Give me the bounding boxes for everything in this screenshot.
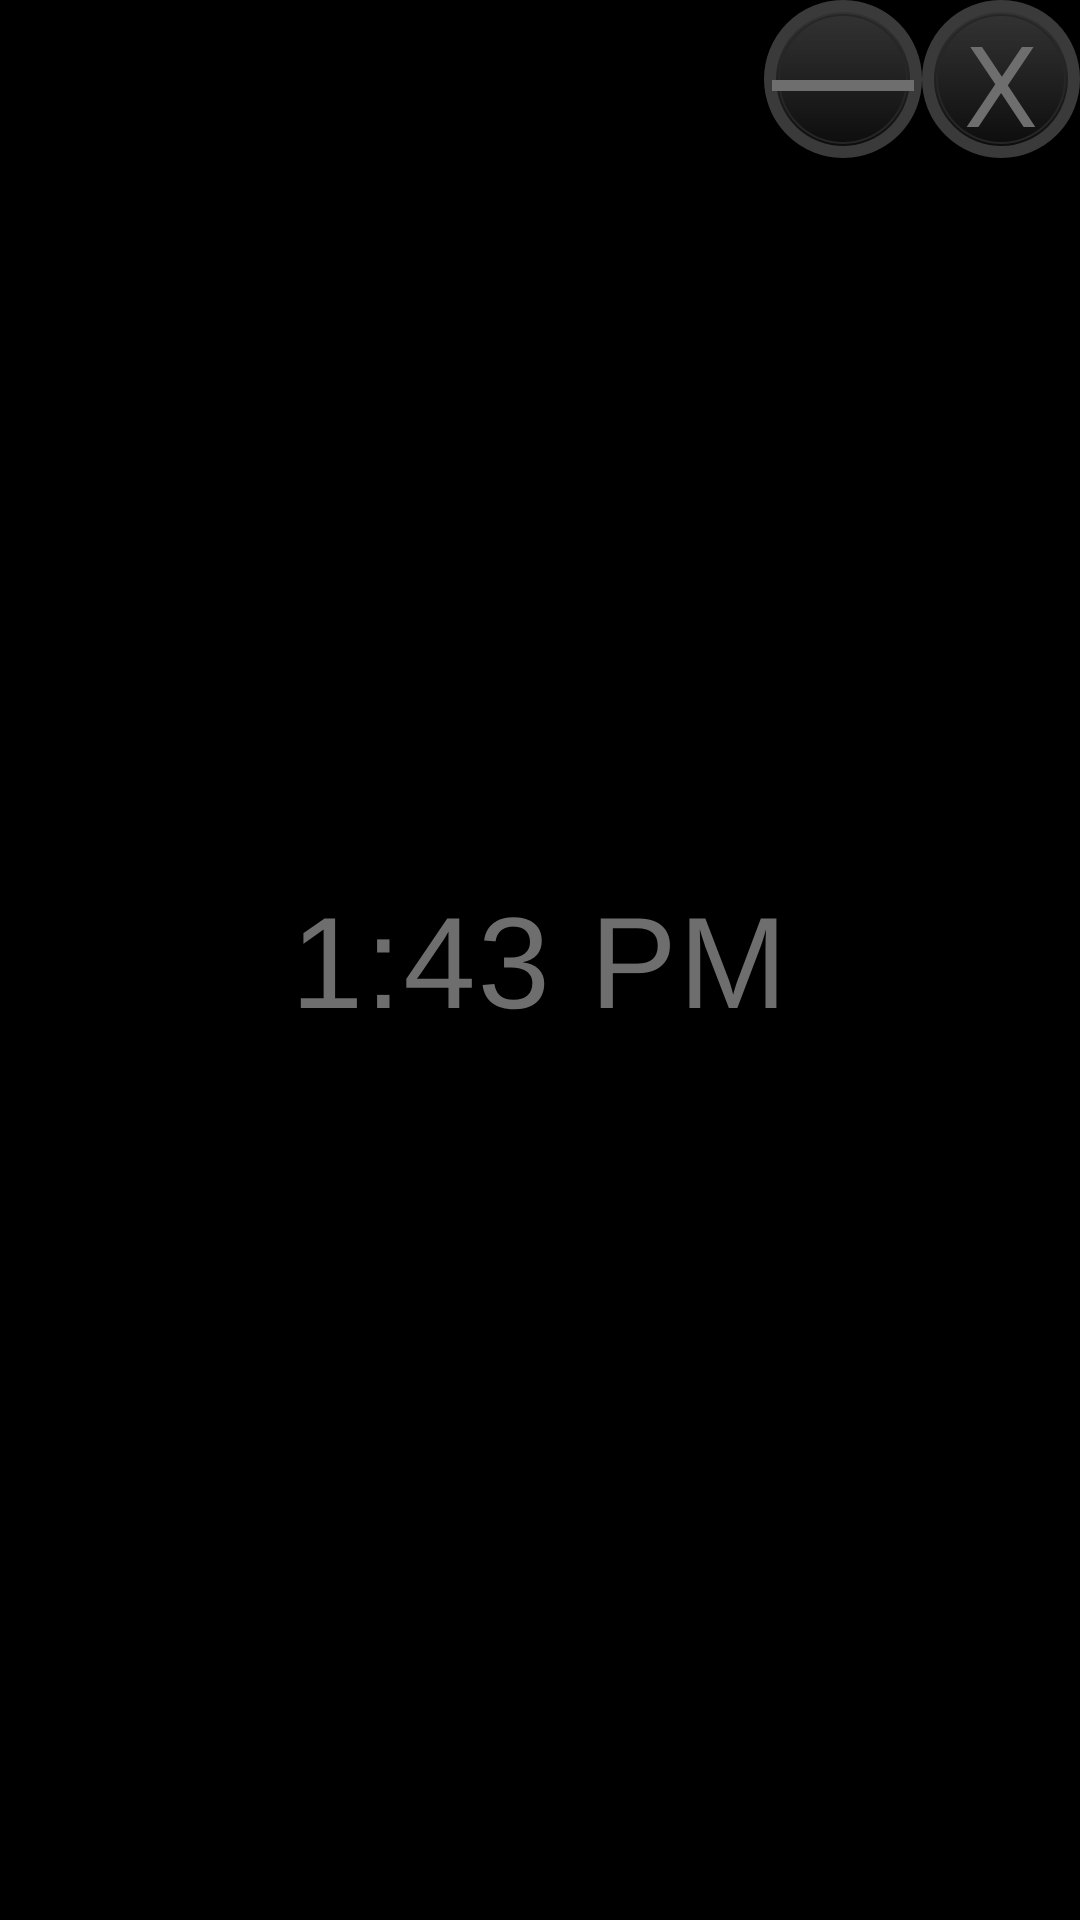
minimize-button[interactable] xyxy=(764,0,922,158)
clock-screen: X 1:43 PM xyxy=(0,0,1080,1920)
close-icon: X xyxy=(963,25,1039,153)
close-button[interactable]: X xyxy=(922,0,1080,158)
minimize-button-ring xyxy=(778,14,908,144)
clock-time: 1:43 PM xyxy=(290,890,790,1036)
minimize-icon xyxy=(772,80,914,91)
